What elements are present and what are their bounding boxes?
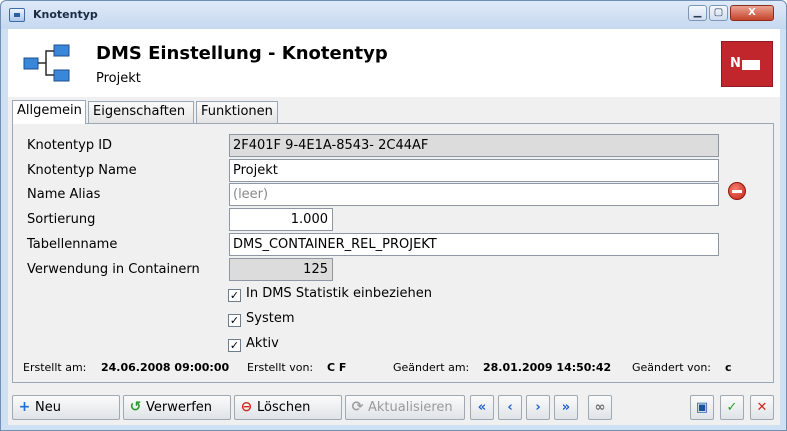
tab-allgemein[interactable]: Allgemein — [12, 100, 86, 124]
statistik-checkbox[interactable]: ✓ In DMS Statistik einbeziehen — [228, 286, 432, 302]
usage-label: Verwendung in Containern — [27, 262, 200, 277]
link-icon[interactable]: ∞ — [588, 395, 612, 420]
alias-label: Name Alias — [27, 187, 101, 202]
id-label: Knotentyp ID — [27, 138, 113, 153]
discard-button[interactable]: ↺ Verwerfen — [123, 395, 231, 420]
badge-bar — [742, 60, 760, 70]
clear-alias-icon[interactable] — [728, 182, 746, 200]
plus-icon: + — [18, 399, 31, 415]
statistik-label: In DMS Statistik einbeziehen — [246, 286, 432, 301]
page-title: DMS Einstellung - Knotentyp — [96, 43, 388, 64]
name-label: Knotentyp Name — [27, 163, 137, 178]
check-icon: ✓ — [228, 289, 241, 302]
refresh-label: Aktualisieren — [368, 400, 453, 415]
audit-info: Erstellt am: 24.06.2008 09:00:00 Erstell… — [23, 358, 767, 378]
title-bar[interactable]: Knotentyp ▁ ▢ X — [1, 1, 786, 29]
check-icon: ✓ — [228, 339, 241, 352]
created-at-label: Erstellt am: — [23, 361, 87, 374]
refresh-icon: ⟳ — [351, 399, 364, 415]
delete-button[interactable]: ⊖ Löschen — [234, 395, 342, 420]
system-checkbox[interactable]: ✓ System — [228, 311, 294, 327]
changed-by-label: Geändert von: — [632, 361, 712, 374]
table-field[interactable]: DMS_CONTAINER_REL_PROJEKT — [229, 233, 719, 256]
maximize-button[interactable]: ▢ — [709, 5, 728, 21]
undo-icon: ↺ — [129, 399, 142, 415]
badge-label: N — [730, 56, 741, 71]
sort-field[interactable]: 1.000 — [229, 208, 333, 231]
sort-label: Sortierung — [27, 212, 96, 227]
aktiv-checkbox[interactable]: ✓ Aktiv — [228, 336, 279, 352]
toolbar: + Neu ↺ Verwerfen ⊖ Löschen ⟳ Aktualisieren … — [8, 391, 780, 421]
new-button[interactable]: + Neu — [12, 395, 120, 420]
alias-field[interactable]: (leer) — [229, 183, 719, 206]
window-icon — [9, 8, 25, 22]
created-by-label: Erstellt von: — [247, 361, 314, 374]
changed-at-value: 28.01.2009 14:50:42 — [483, 361, 612, 374]
close-button[interactable]: X — [730, 5, 774, 21]
changed-at-label: Geändert am: — [393, 361, 470, 374]
check-icon: ✓ — [228, 314, 241, 327]
header: DMS Einstellung - Knotentyp Projekt N — [8, 29, 780, 97]
created-at-value: 24.06.2008 09:00:00 — [101, 361, 230, 374]
tab-funktionen[interactable]: Funktionen — [196, 101, 278, 123]
created-by-value: C F — [327, 361, 347, 374]
delete-label: Löschen — [257, 400, 311, 415]
changed-by-value: c — [725, 361, 732, 374]
table-label: Tabellenname — [27, 237, 118, 252]
client-area: DMS Einstellung - Knotentyp Projekt N Al… — [8, 29, 780, 425]
node-tree-icon — [23, 44, 70, 82]
last-record-button[interactable]: » — [554, 395, 578, 420]
cancel-icon[interactable]: ✕ — [750, 395, 774, 420]
save-icon[interactable]: ▣ — [690, 395, 714, 420]
aktiv-label: Aktiv — [246, 336, 279, 351]
tab-panel-allgemein: Knotentyp ID 2F401F 9-4E1A-8543- 2C44AF … — [12, 123, 774, 383]
window: Knotentyp ▁ ▢ X DMS Einstellung - Knoten… — [0, 0, 787, 431]
page-subtitle: Projekt — [96, 71, 141, 86]
minimize-button[interactable]: ▁ — [688, 5, 707, 21]
window-title: Knotentyp — [33, 8, 98, 21]
first-record-button[interactable]: « — [470, 395, 494, 420]
next-record-button[interactable]: › — [526, 395, 550, 420]
discard-label: Verwerfen — [146, 400, 213, 415]
usage-field: 125 — [229, 258, 333, 281]
name-field[interactable]: Projekt — [229, 159, 719, 182]
delete-icon: ⊖ — [240, 399, 253, 415]
refresh-button[interactable]: ⟳ Aktualisieren — [345, 395, 465, 420]
status-badge: N — [721, 41, 773, 87]
system-label: System — [246, 311, 295, 326]
id-field[interactable]: 2F401F 9-4E1A-8543- 2C44AF — [229, 134, 719, 157]
previous-record-button[interactable]: ‹ — [498, 395, 522, 420]
confirm-icon[interactable]: ✓ — [720, 395, 744, 420]
tab-eigenschaften[interactable]: Eigenschaften — [88, 101, 194, 123]
new-label: Neu — [35, 400, 61, 415]
